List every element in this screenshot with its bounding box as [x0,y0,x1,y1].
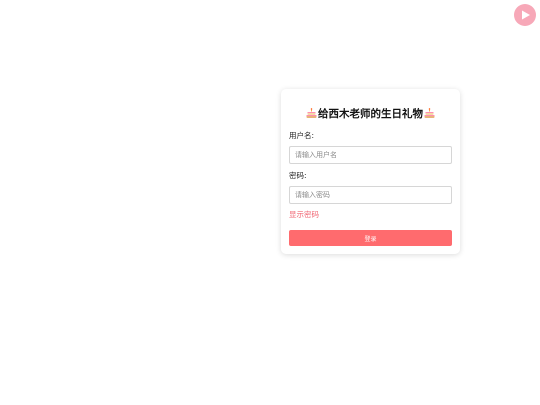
show-password-link[interactable]: 显示密码 [289,209,319,220]
birthday-cake-icon [306,108,317,119]
login-button[interactable]: 登录 [289,230,452,246]
password-input[interactable] [289,186,452,204]
username-label: 用户名: [289,131,315,140]
play-icon [519,9,531,21]
login-card: 给西木老师的生日礼物 用户名: 密码: 显示密码 登录 [281,89,460,254]
login-title: 给西木老师的生日礼物 [318,108,423,120]
login-title-row: 给西木老师的生日礼物 [281,106,460,121]
birthday-cake-icon [424,108,435,119]
username-input[interactable] [289,146,452,164]
play-button[interactable] [514,4,536,26]
password-label: 密码: [289,171,307,180]
